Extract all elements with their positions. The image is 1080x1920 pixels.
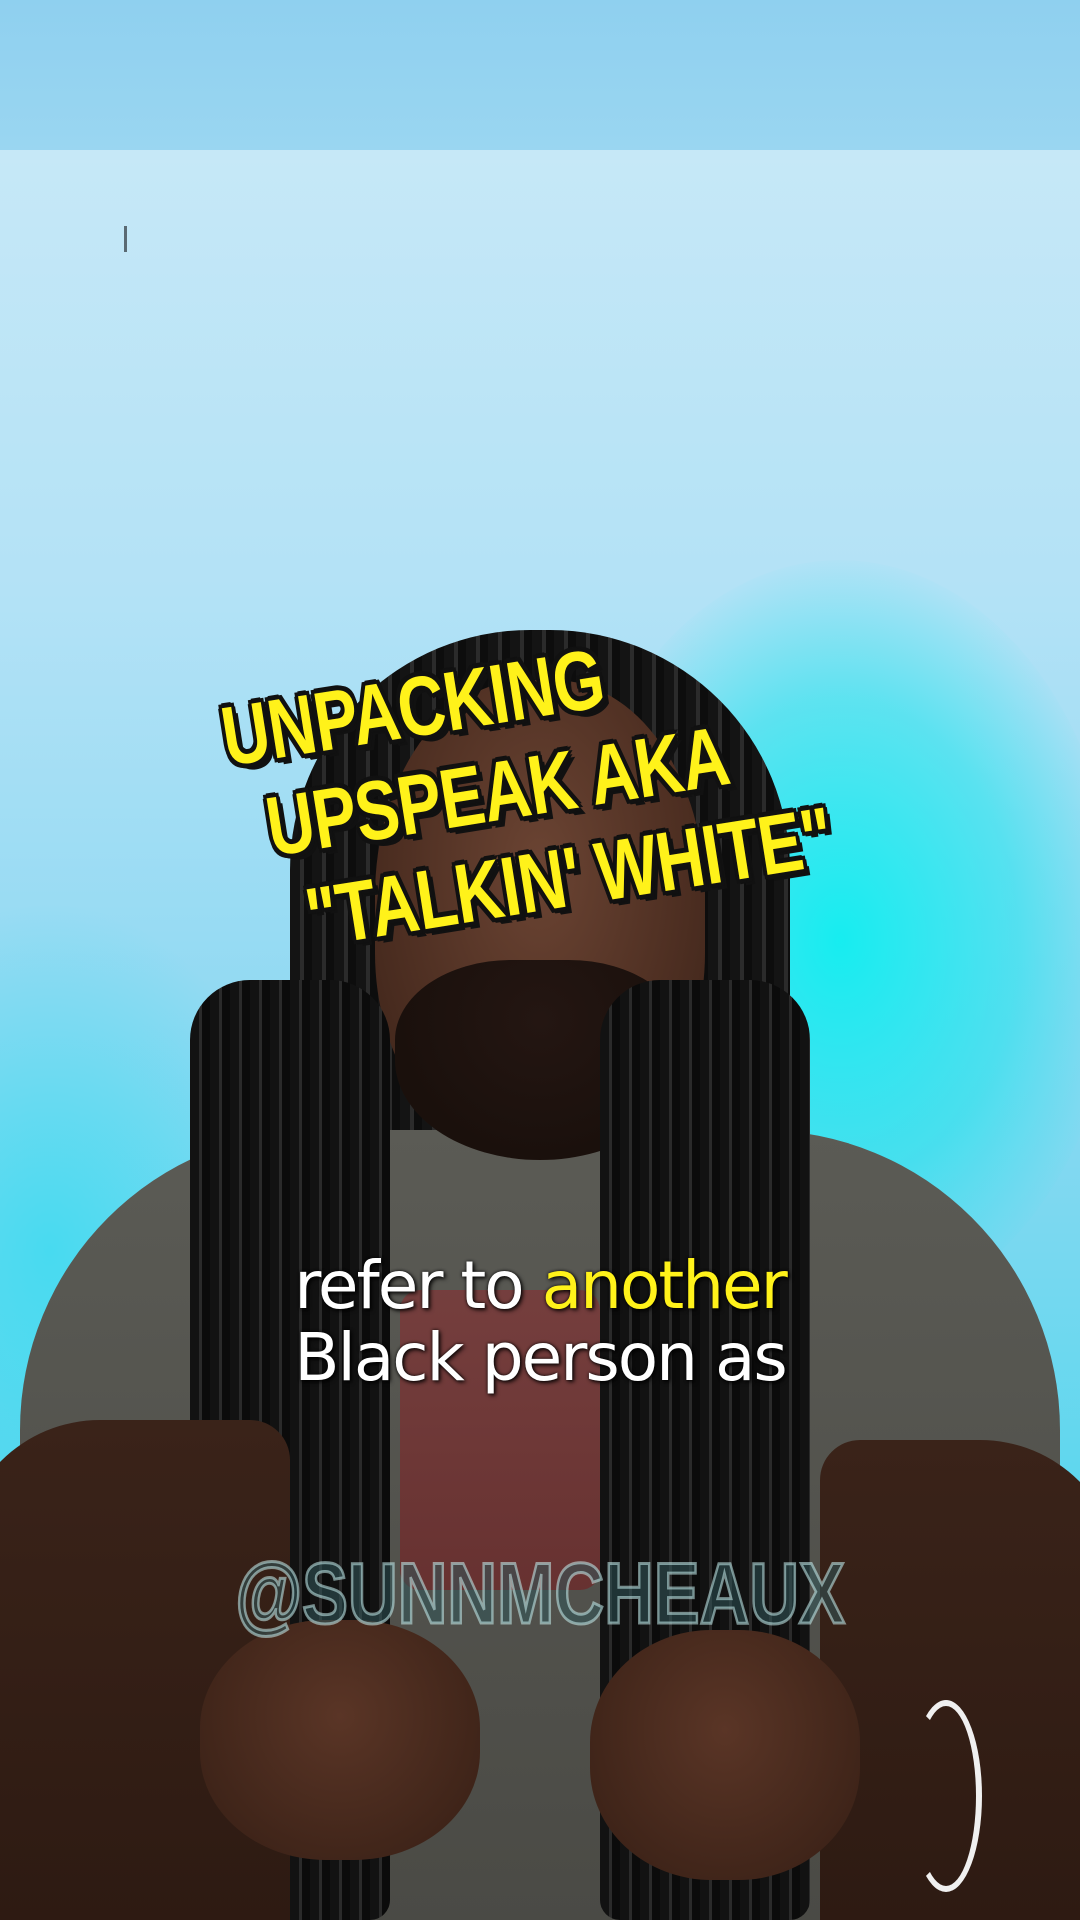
caption-line-1: refer to another (0, 1250, 1080, 1322)
wall-mark (124, 226, 127, 252)
right-hand (590, 1630, 860, 1880)
caption-text-white: refer to (294, 1247, 525, 1324)
wall-top (0, 0, 1080, 155)
bracelet (910, 1700, 982, 1892)
caption-line-2: Black person as (294, 1319, 788, 1396)
subtitle-caption: refer to another Black person as (0, 1250, 1080, 1394)
creator-watermark: @SUNNMCHEAUX (234, 1545, 846, 1644)
video-frame: UNPACKING UPSPEAK AKA "TALKIN' WHITE" re… (0, 0, 1080, 1920)
caption-highlight-word: another (541, 1247, 788, 1324)
left-hand (200, 1620, 480, 1860)
